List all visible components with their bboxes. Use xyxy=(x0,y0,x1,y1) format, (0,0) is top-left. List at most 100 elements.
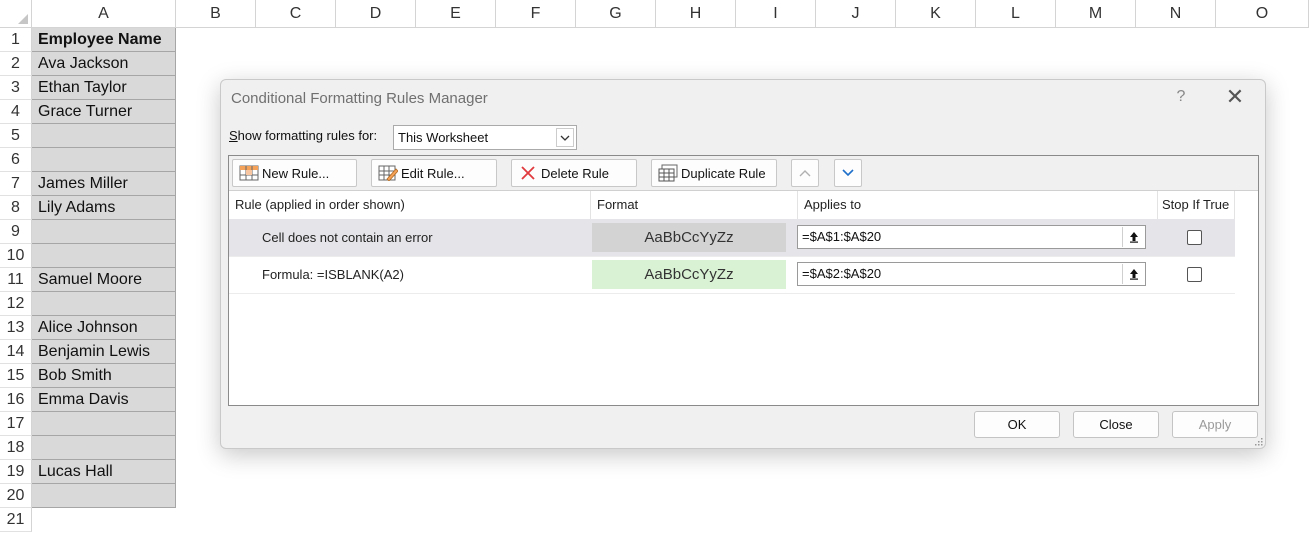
delete-rule-label: Delete Rule xyxy=(541,165,609,181)
column-header-a[interactable]: A xyxy=(32,0,176,28)
chevron-up-icon xyxy=(799,170,811,177)
row-header-2[interactable]: 2 xyxy=(0,52,32,76)
cell-a3[interactable]: Ethan Taylor xyxy=(32,76,176,100)
column-header-g[interactable]: G xyxy=(576,0,656,28)
row-header-16[interactable]: 16 xyxy=(0,388,32,412)
column-header-f[interactable]: F xyxy=(496,0,576,28)
show-rules-label-text: how formatting rules for: xyxy=(237,128,378,143)
row-header-11[interactable]: 11 xyxy=(0,268,32,292)
cell-a8[interactable]: Lily Adams xyxy=(32,196,176,220)
row-header-14[interactable]: 14 xyxy=(0,340,32,364)
column-header-format[interactable]: Format xyxy=(591,191,798,219)
stop-if-true-checkbox[interactable] xyxy=(1187,230,1202,245)
collapse-dialog-icon[interactable] xyxy=(1122,227,1144,247)
cell-a5[interactable] xyxy=(32,124,176,148)
rule-row[interactable]: Cell does not contain an error AaBbCcYyZz… xyxy=(229,219,1235,256)
column-header-stop-if-true[interactable]: Stop If True xyxy=(1158,191,1235,219)
applies-to-input[interactable]: =$A$2:$A$20 xyxy=(797,262,1146,286)
applies-to-input[interactable]: =$A$1:$A$20 xyxy=(797,225,1146,249)
column-header-i[interactable]: I xyxy=(736,0,816,28)
show-rules-label: Show formatting rules for: xyxy=(229,128,377,143)
applies-to-value: =$A$2:$A$20 xyxy=(802,266,882,281)
duplicate-rule-button[interactable]: Duplicate Rule xyxy=(651,159,777,187)
row-header-17[interactable]: 17 xyxy=(0,412,32,436)
cell-a16[interactable]: Emma Davis xyxy=(32,388,176,412)
column-header-e[interactable]: E xyxy=(416,0,496,28)
row-header-8[interactable]: 8 xyxy=(0,196,32,220)
conditional-formatting-rules-manager-dialog: Conditional Formatting Rules Manager ? ✕… xyxy=(220,79,1266,449)
row-header-18[interactable]: 18 xyxy=(0,436,32,460)
apply-button[interactable]: Apply xyxy=(1172,411,1258,438)
show-rules-for-dropdown[interactable]: This Worksheet xyxy=(393,125,577,150)
row-header-7[interactable]: 7 xyxy=(0,172,32,196)
collapse-dialog-icon[interactable] xyxy=(1122,264,1144,284)
help-button[interactable]: ? xyxy=(1171,88,1191,106)
new-rule-label: New Rule... xyxy=(262,165,330,181)
stop-if-true-checkbox[interactable] xyxy=(1187,267,1202,282)
row-header-3[interactable]: 3 xyxy=(0,76,32,100)
cell-a9[interactable] xyxy=(32,220,176,244)
cell-a7[interactable]: James Miller xyxy=(32,172,176,196)
delete-rule-button[interactable]: Delete Rule xyxy=(511,159,637,187)
rules-panel: New Rule... Edit Rule... Delete Rule Dup… xyxy=(228,155,1259,406)
cell-a2[interactable]: Ava Jackson xyxy=(32,52,176,76)
row-header-1[interactable]: 1 xyxy=(0,28,32,52)
cell-a17[interactable] xyxy=(32,412,176,436)
column-header-m[interactable]: M xyxy=(1056,0,1136,28)
new-rule-button[interactable]: New Rule... xyxy=(232,159,357,187)
close-button[interactable]: Close xyxy=(1073,411,1159,438)
row-header-10[interactable]: 10 xyxy=(0,244,32,268)
column-header-applies-to[interactable]: Applies to xyxy=(798,191,1158,219)
column-header-l[interactable]: L xyxy=(976,0,1056,28)
ok-button[interactable]: OK xyxy=(974,411,1060,438)
cell-a18[interactable] xyxy=(32,436,176,460)
rule-description: Formula: =ISBLANK(A2) xyxy=(262,267,404,282)
row-header-9[interactable]: 9 xyxy=(0,220,32,244)
show-rules-for-value: This Worksheet xyxy=(398,130,489,145)
column-header-k[interactable]: K xyxy=(896,0,976,28)
column-header-o[interactable]: O xyxy=(1216,0,1309,28)
cell-a20[interactable] xyxy=(32,484,176,508)
select-all-corner[interactable] xyxy=(0,0,32,28)
row-divider xyxy=(229,293,1235,294)
row-header-15[interactable]: 15 xyxy=(0,364,32,388)
row-header-19[interactable]: 19 xyxy=(0,460,32,484)
cell-a15[interactable]: Bob Smith xyxy=(32,364,176,388)
move-down-button[interactable] xyxy=(834,159,862,187)
cell-a4[interactable]: Grace Turner xyxy=(32,100,176,124)
column-header-n[interactable]: N xyxy=(1136,0,1216,28)
cell-a11[interactable]: Samuel Moore xyxy=(32,268,176,292)
column-header-b[interactable]: B xyxy=(176,0,256,28)
close-icon[interactable]: ✕ xyxy=(1223,86,1247,110)
move-up-button[interactable] xyxy=(791,159,819,187)
new-rule-icon xyxy=(239,164,259,182)
row-header-4[interactable]: 4 xyxy=(0,100,32,124)
cell-a1[interactable]: Employee Name xyxy=(32,28,176,52)
applies-to-value: =$A$1:$A$20 xyxy=(802,229,882,244)
row-header-13[interactable]: 13 xyxy=(0,316,32,340)
rule-row[interactable]: Formula: =ISBLANK(A2) AaBbCcYyZz =$A$2:$A$… xyxy=(229,256,1235,293)
resize-grip-icon[interactable] xyxy=(1253,436,1263,446)
row-header-12[interactable]: 12 xyxy=(0,292,32,316)
rule-description: Cell does not contain an error xyxy=(262,230,433,245)
edit-rule-button[interactable]: Edit Rule... xyxy=(371,159,497,187)
cell-a12[interactable] xyxy=(32,292,176,316)
column-header-h[interactable]: H xyxy=(656,0,736,28)
cell-a14[interactable]: Benjamin Lewis xyxy=(32,340,176,364)
cell-a19[interactable]: Lucas Hall xyxy=(32,460,176,484)
row-header-20[interactable]: 20 xyxy=(0,484,32,508)
duplicate-rule-label: Duplicate Rule xyxy=(681,165,766,181)
chevron-down-icon[interactable] xyxy=(556,128,574,147)
chevron-down-icon xyxy=(842,169,854,177)
cell-a10[interactable] xyxy=(32,244,176,268)
column-header-rule[interactable]: Rule (applied in order shown) xyxy=(229,191,591,219)
column-header-c[interactable]: C xyxy=(256,0,336,28)
row-header-21[interactable]: 21 xyxy=(0,508,32,532)
show-rules-label-accelerator: S xyxy=(229,128,238,143)
row-header-6[interactable]: 6 xyxy=(0,148,32,172)
row-header-5[interactable]: 5 xyxy=(0,124,32,148)
column-header-j[interactable]: J xyxy=(816,0,896,28)
cell-a6[interactable] xyxy=(32,148,176,172)
cell-a13[interactable]: Alice Johnson xyxy=(32,316,176,340)
column-header-d[interactable]: D xyxy=(336,0,416,28)
